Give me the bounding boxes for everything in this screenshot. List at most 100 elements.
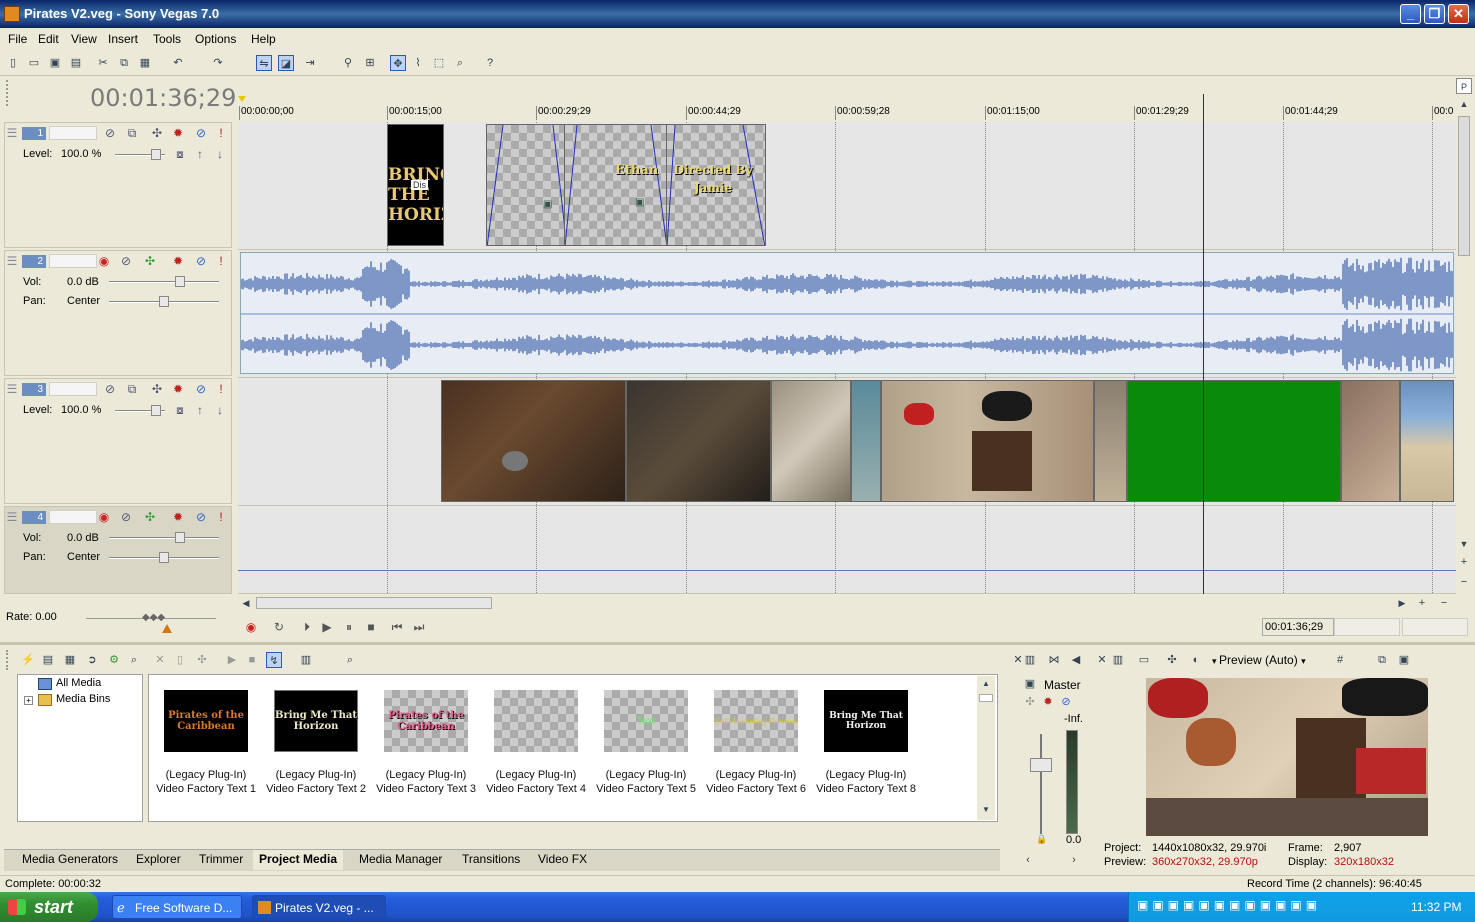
grip-handle[interactable] [6,650,10,670]
loop-icon[interactable]: ↻ [270,618,288,636]
track-name-field[interactable] [49,254,97,268]
scroll-left-icon[interactable]: ◀ [238,595,254,611]
play-from-start-icon[interactable]: ⏵ [298,618,316,636]
tab-video-fx[interactable]: Video FX [532,850,593,870]
scroll-up-icon[interactable]: ▲ [1456,96,1472,112]
scroll-thumb[interactable] [979,694,993,702]
invert-phase-icon[interactable]: ⊘ [119,510,133,524]
media-thumb-3[interactable]: Pirates of the Caribbean [384,690,468,752]
child-down-icon[interactable]: ↓ [213,403,227,417]
solo-icon[interactable]: ! [214,126,228,140]
open-icon[interactable]: ▭ [26,55,42,71]
scroll-right-icon[interactable]: ▶ [1394,595,1410,611]
expand-icon[interactable]: + [24,696,33,705]
snap-icon[interactable]: ⇋ [256,55,272,71]
ripple-icon[interactable]: ⇥ [302,55,318,71]
track-name-field[interactable] [49,382,97,396]
level-slider[interactable] [115,149,165,160]
mixer-scroll-left-icon[interactable]: ‹ [1020,852,1036,868]
cursor-position-field[interactable]: 00:01:36;29 [1262,618,1334,636]
audio-clip[interactable] [240,252,1454,374]
pan-slider[interactable] [109,296,219,307]
track-motion-icon[interactable]: ✣ [143,510,157,524]
rate-knob-icon[interactable]: ◆◆◆ [142,612,165,623]
track-lane-2[interactable] [238,250,1456,378]
tree-media-bins[interactable]: Media Bins [56,693,110,705]
search-media-icon[interactable]: ⌕ [126,652,142,668]
zoom-media-icon[interactable]: ⌕ [342,652,358,668]
make-compositing-child-icon[interactable]: ⧇ [173,147,187,162]
properties-icon[interactable]: ▯ [172,652,188,668]
tab-transitions[interactable]: Transitions [456,850,526,870]
tree-all-media[interactable]: All Media [56,677,101,689]
parent-up-icon[interactable]: ↑ [193,403,207,417]
media-label-4[interactable]: (Legacy Plug-In) Video Factory Text 4 [481,768,591,796]
mute-track-icon[interactable]: ⊘ [194,254,208,268]
menu-file[interactable]: File [8,32,27,46]
auto-preview-icon[interactable]: ↯ [266,652,282,668]
save-icon[interactable]: ▣ [47,55,63,71]
mixer-scroll-right-icon[interactable]: › [1066,852,1082,868]
track-name-field[interactable] [49,510,97,524]
selection-length-field[interactable] [1402,618,1468,636]
tray-icons[interactable]: ▣▣▣▣▣▣▣▣▣▣▣▣ [1137,898,1321,912]
video-clip-3[interactable] [771,380,851,502]
volume-envelope[interactable] [238,570,1456,571]
capture-video-icon[interactable]: ▤ [40,652,56,668]
menu-insert[interactable]: Insert [108,32,138,46]
mute-icon[interactable]: ⊘ [103,126,117,140]
make-compositing-child-icon[interactable]: ⧇ [173,403,187,418]
track-grip-icon[interactable]: ☰ [5,510,19,524]
title-clip-directed[interactable]: Directed By Jamie [666,124,766,246]
video-clip-6[interactable] [1094,380,1127,502]
title-clip-2[interactable]: ▣ [486,124,568,246]
video-clip-2[interactable] [626,380,771,502]
grip-handle[interactable] [6,80,10,106]
record-icon[interactable]: ◉ [242,618,260,636]
downmix-icon[interactable]: ⋈ [1046,652,1062,668]
menu-help[interactable]: Help [251,32,276,46]
track-fx-icon[interactable]: ✹ [171,126,185,140]
pause-icon[interactable]: ⏸ [340,618,358,636]
compositing-mode-icon[interactable]: ⧉ [125,126,139,141]
track-grip-icon[interactable]: ☰ [5,382,19,396]
track-header-1[interactable]: ☰ 1 ⊘ ⧉ ✣ ✹ ⊘ ! Level: 100.0 % ⧇ ↑ ↓ [4,122,232,248]
whats-this-help-icon[interactable]: ? [482,55,498,71]
zoom-in-time-icon[interactable]: + [1414,595,1430,611]
cursor-marker-icon[interactable] [238,96,246,102]
auto-crossfade-icon[interactable]: ◪ [278,55,294,71]
bus-motion-icon[interactable]: ✣ [1022,694,1038,710]
media-thumb-4[interactable] [494,690,578,752]
track-header-2[interactable]: ☰ 2 ◉ ⊘ ✣ ✹ ⊘ ! Vol: 0.0 dB Pan: Center [4,250,232,376]
tab-trimmer[interactable]: Trimmer [193,850,249,870]
menu-tools[interactable]: Tools [153,32,181,46]
track-grip-icon[interactable]: ☰ [5,126,19,140]
tab-media-generators[interactable]: Media Generators [16,850,124,870]
ignore-grouping-icon[interactable]: ⊞ [362,55,378,71]
stop-icon[interactable]: ■ [362,618,380,636]
track-fx-icon[interactable]: ✹ [171,510,185,524]
child-down-icon[interactable]: ↓ [213,147,227,161]
go-to-start-icon[interactable]: ⏮ [388,618,406,636]
fader-knob[interactable] [1030,758,1052,772]
insert-bus-icon[interactable]: ▥ [1022,652,1038,668]
video-clip-4[interactable] [851,380,881,502]
dim-output-icon[interactable]: ◀ [1068,652,1084,668]
media-label-5[interactable]: (Legacy Plug-In) Video Factory Text 5 [591,768,701,796]
media-label-3[interactable]: (Legacy Plug-In) Video Factory Text 3 [371,768,481,796]
zoom-in-track-icon[interactable]: + [1456,554,1472,570]
import-media-icon[interactable]: ⚡ [20,652,36,668]
track-grip-icon[interactable]: ☰ [5,254,19,268]
media-label-1[interactable]: (Legacy Plug-In) Video Factory Text 1 [151,768,261,796]
save-snapshot-icon[interactable]: ▣ [1396,652,1412,668]
scroll-up-icon[interactable]: ▲ [978,676,994,692]
media-label-6[interactable]: (Legacy Plug-In) Video Factory Text 6 [701,768,811,796]
lock-envelopes-icon[interactable]: ⚲ [340,55,356,71]
delete-icon[interactable]: ✕ [152,652,168,668]
track-fx-icon[interactable]: ✹ [171,254,185,268]
mute-track-icon[interactable]: ⊘ [194,126,208,140]
lock-icon[interactable]: 🔒 [1036,834,1047,845]
video-clip-pirate-boy[interactable] [881,380,1094,502]
media-scrollbar[interactable]: ▲ ▼ [977,676,995,820]
media-thumb-2[interactable]: Bring Me That Horizon [274,690,358,752]
